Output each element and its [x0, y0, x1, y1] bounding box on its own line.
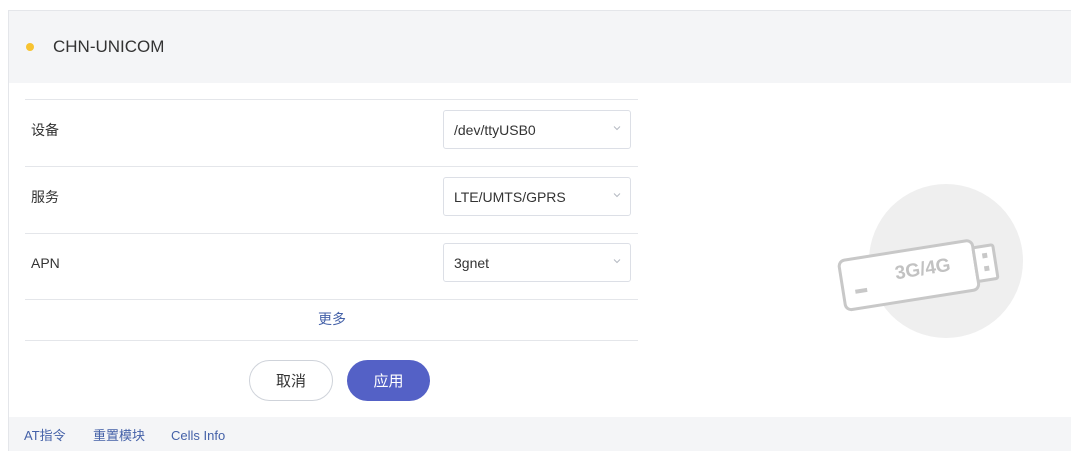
at-command-link[interactable]: AT指令 — [24, 427, 66, 445]
modem-card: CHN-UNICOM 设备 /dev/ttyUSB0 服务 LTE/UMTS/G… — [8, 10, 1071, 451]
divider — [25, 166, 638, 167]
cells-info-link[interactable]: Cells Info — [171, 427, 225, 445]
card-footer: AT指令 重置模块 Cells Info — [9, 417, 1071, 451]
divider — [25, 299, 638, 300]
card-header: CHN-UNICOM — [9, 11, 1071, 83]
cancel-button[interactable]: 取消 — [249, 360, 333, 401]
divider — [25, 340, 638, 341]
more-link[interactable]: 更多 — [318, 310, 346, 328]
service-select-value: LTE/UMTS/GPRS — [454, 189, 566, 205]
usb-modem-icon: 3G/4G — [837, 184, 1023, 338]
divider — [25, 233, 638, 234]
service-label: 服务 — [31, 189, 59, 205]
apn-label: APN — [31, 255, 60, 271]
chevron-down-icon — [613, 259, 621, 264]
service-select[interactable]: LTE/UMTS/GPRS — [443, 177, 631, 216]
apn-select-value: 3gnet — [454, 255, 490, 271]
device-select-value: /dev/ttyUSB0 — [454, 122, 536, 138]
chevron-down-icon — [613, 193, 621, 198]
device-select[interactable]: /dev/ttyUSB0 — [443, 110, 631, 149]
apply-button[interactable]: 应用 — [347, 360, 430, 401]
device-label: 设备 — [31, 122, 59, 138]
reset-module-link[interactable]: 重置模块 — [93, 427, 145, 445]
divider — [25, 99, 638, 100]
status-indicator — [26, 43, 34, 51]
card-title: CHN-UNICOM — [53, 37, 165, 56]
apn-select[interactable]: 3gnet — [443, 243, 631, 282]
chevron-down-icon — [613, 126, 621, 131]
